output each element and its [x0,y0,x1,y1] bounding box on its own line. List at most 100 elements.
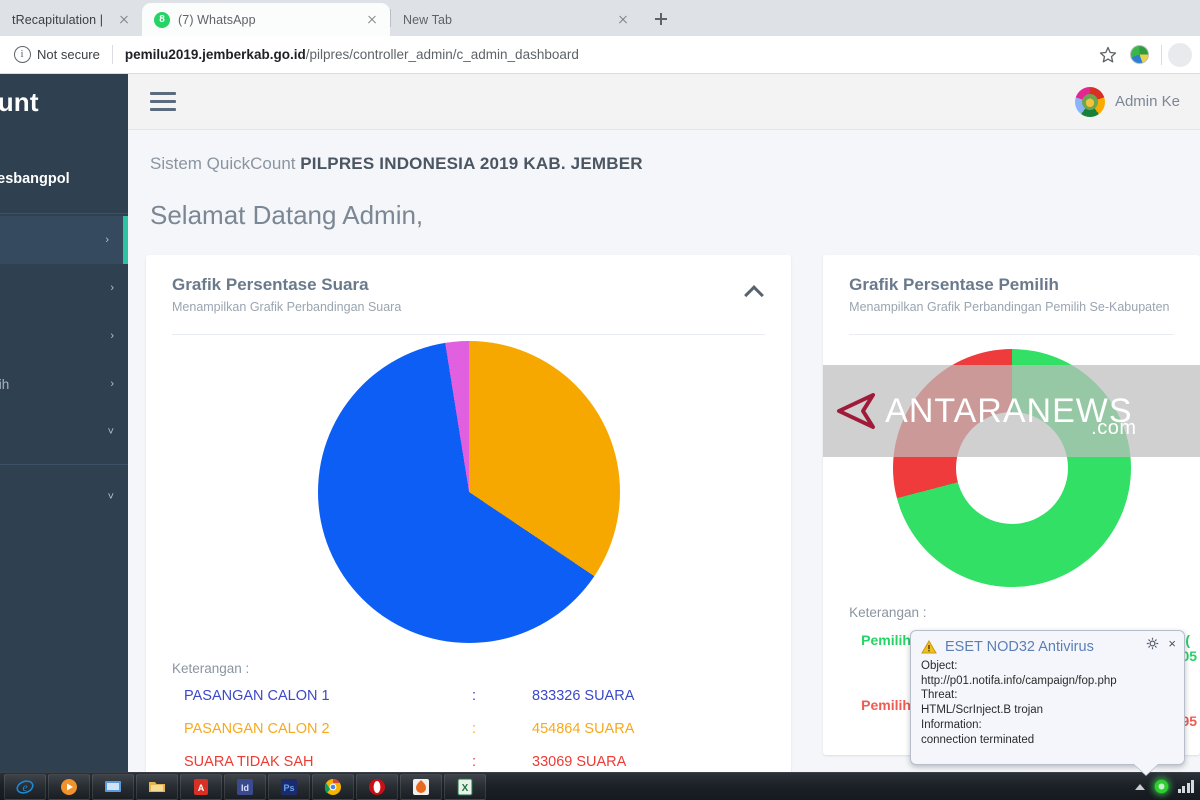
taskbar-item-file-explorer[interactable] [136,774,178,800]
gear-icon[interactable] [1146,637,1159,650]
omnibox-divider [112,45,113,64]
chevron-right-icon: › [110,378,114,390]
new-tab-button[interactable] [647,5,675,33]
donut-center-hole [956,412,1068,524]
collapse-chevron-up-icon[interactable] [745,285,763,295]
browser-tab-1[interactable]: tRecapitulation | [0,3,142,36]
eset-threat-value: HTML/ScrInject.B trojan [921,703,1174,718]
system-tray [1135,779,1195,794]
eset-threat-key: Threat: [921,688,1174,703]
legend-colon: : [472,688,532,704]
sidebar-user-name: dmin Kesbangpol [0,171,112,187]
sidebar-item-data-pemilih[interactable]: ta Pemilih › [0,360,128,408]
card-subtitle: Menampilkan Grafik Perbandingan Pemilih … [849,300,1176,314]
system-title-prefix: Sistem QuickCount [150,154,300,173]
legend-header: Keterangan : [172,661,791,676]
taskbar-item-microsoft-excel[interactable]: X [444,774,486,800]
browser-tab-strip: tRecapitulation | (7) WhatsApp New Tab [0,0,1200,36]
eset-popup-body: Object: http://p01.notifa.info/campaign/… [921,659,1174,747]
taskbar-item-photoshop[interactable]: Ps [268,774,310,800]
eset-popup-actions: × [1146,637,1176,650]
bookmark-star-icon[interactable] [1098,45,1118,65]
chevron-down-icon: ˅ [108,426,114,438]
eset-object-key: Object: [921,659,1174,674]
app-brand: kCount [0,74,128,130]
taskbar-item-internet-explorer[interactable]: e [4,774,46,800]
card-header: Grafik Persentase Suara Menampilkan Graf… [146,255,791,326]
pie-chart-suara [146,335,791,643]
card-header: Grafik Persentase Pemilih Menampilkan Gr… [823,255,1200,326]
info-circle-icon[interactable] [14,46,31,63]
taskbar-item-indesign[interactable]: Id [224,774,266,800]
taskbar-item-foxit-reader[interactable] [400,774,442,800]
greeting-heading: Selamat Datang Admin, [150,200,1200,231]
taskbar-item-remote-desktop[interactable] [92,774,134,800]
svg-text:Ps: Ps [283,783,294,793]
eset-tray-icon[interactable] [1154,779,1169,794]
whatsapp-favicon-icon [154,12,170,28]
sidebar-divider [0,464,128,465]
browser-window: tRecapitulation | (7) WhatsApp New Tab N… [0,0,1200,772]
legend-suara: Keterangan : PASANGAN CALON 1 : 833326 S… [146,643,791,770]
eset-popup-title: ESET NOD32 Antivirus [945,639,1094,655]
sidebar-item-kecamatan[interactable]: amatan › [0,264,128,312]
warning-triangle-icon [921,640,937,654]
globe-extension-icon[interactable] [1130,45,1149,64]
sidebar-item-user[interactable]: User › [0,312,128,360]
avatar [1075,87,1105,117]
legend-row: SUARA TIDAK SAH : 33069 SUARA [172,754,791,770]
pie-chart-graphic [318,341,620,643]
card-title: Grafik Persentase Pemilih [849,275,1176,295]
sidebar-menu: › amatan › User › ta Pemilih › word ˅ [0,214,128,521]
tab-title: New Tab [403,13,607,27]
browser-toolbar: Not secure pemilu2019.jemberkab.go.id/pi… [0,36,1200,74]
eset-information-key: Information: [921,718,1174,733]
browser-tab-2[interactable]: (7) WhatsApp [142,3,390,36]
legend-value: 833326 SUARA [532,688,791,704]
sidebar: kCount elcome, dmin Kesbangpol › amatan … [0,74,128,772]
topbar-user-area[interactable]: Admin Ke [1075,87,1180,117]
page-header: Sistem QuickCount PILPRES INDONESIA 2019… [128,130,1200,231]
sidebar-item-dashboard[interactable]: › [0,216,128,264]
hamburger-menu-icon[interactable] [150,92,176,111]
svg-text:e: e [22,780,28,794]
eset-notification-popup[interactable]: ESET NOD32 Antivirus × Object: http://p0… [910,630,1185,765]
browser-tab-3[interactable]: New Tab [391,3,641,36]
legend-row: PASANGAN CALON 2 : 454864 SUARA [172,721,791,737]
system-title-line: Sistem QuickCount PILPRES INDONESIA 2019… [150,154,1200,174]
chevron-right-icon: › [110,330,114,342]
legend-value: 454864 SUARA [532,721,791,737]
legend-label: SUARA TIDAK SAH [172,754,472,770]
legend-value: 33069 SUARA [532,754,791,770]
windows-taskbar: e A Id Ps X [0,772,1200,800]
sidebar-item-label: ta Pemilih [0,377,9,392]
close-icon[interactable] [615,12,631,28]
app-topbar: Admin Ke [128,74,1200,130]
taskbar-item-opera-browser[interactable] [356,774,398,800]
tab-title: (7) WhatsApp [178,13,356,27]
profile-avatar[interactable] [1168,43,1192,67]
welcome-label: elcome, [0,152,112,167]
taskbar-item-pdf-reader[interactable]: A [180,774,222,800]
card-divider [849,334,1174,335]
admin-name-label: Admin Ke [1115,93,1180,110]
sidebar-item-password[interactable]: word ˅ [0,408,128,456]
tab-title: tRecapitulation | [12,13,108,27]
address-bar[interactable]: pemilu2019.jemberkab.go.id/pilpres/contr… [125,47,1092,62]
svg-text:A: A [198,783,205,793]
antaranews-triangle-logo-icon [833,391,877,431]
donut-chart-pemilih [893,349,1131,587]
chevron-right-icon: › [105,234,109,246]
close-icon[interactable] [364,12,380,28]
sidebar-item-kecamatan-2[interactable]: amatan ˅ [0,473,128,521]
card-grafik-persentase-suara: Grafik Persentase Suara Menampilkan Graf… [146,255,791,772]
network-signal-icon[interactable] [1178,780,1195,793]
close-icon[interactable]: × [1168,637,1176,650]
svg-text:Id: Id [241,783,249,793]
chevron-down-icon: ˅ [108,491,114,503]
close-icon[interactable] [116,12,132,28]
taskbar-item-media-player[interactable] [48,774,90,800]
legend-label: PASANGAN CALON 2 [172,721,472,737]
taskbar-item-google-chrome[interactable] [312,774,354,800]
show-hidden-icons-icon[interactable] [1135,784,1145,790]
